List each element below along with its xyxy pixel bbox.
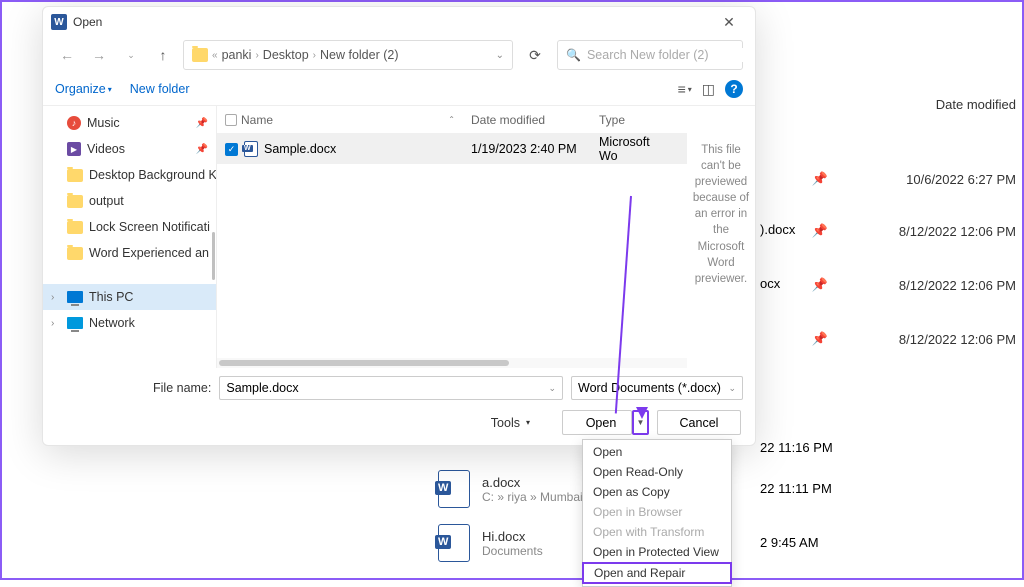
- titlebar: W Open ✕: [43, 7, 755, 37]
- new-folder-button[interactable]: New folder: [130, 82, 190, 96]
- word-doc-icon: [438, 524, 470, 562]
- dialog-footer: File name: Sample.docx⌄ Word Documents (…: [43, 368, 755, 445]
- column-date[interactable]: Date modified: [463, 113, 591, 127]
- help-button[interactable]: ?: [725, 80, 743, 98]
- sidebar-item-folder[interactable]: output: [43, 188, 216, 214]
- bg-file-item[interactable]: a.docx C: » riya » Mumbai » L: [438, 470, 603, 508]
- tools-menu[interactable]: Tools▾: [491, 416, 530, 430]
- select-all-checkbox[interactable]: [225, 114, 237, 126]
- cancel-button[interactable]: Cancel: [657, 410, 741, 435]
- column-name[interactable]: Name⌃: [217, 113, 463, 127]
- breadcrumb-part[interactable]: panki: [222, 48, 252, 62]
- sidebar-item-folder[interactable]: Lock Screen Notificati: [43, 214, 216, 240]
- menu-item-open-browser: Open in Browser: [583, 502, 731, 522]
- file-date: 1/19/2023 2:40 PM: [463, 142, 591, 156]
- search-icon: 🔍: [566, 48, 581, 62]
- file-row[interactable]: ✓ Sample.docx 1/19/2023 2:40 PM Microsoft…: [217, 134, 687, 164]
- pin-icon: 📌: [196, 118, 208, 129]
- chevron-down-icon[interactable]: ⌄: [548, 383, 556, 394]
- file-name: Sample.docx: [264, 142, 336, 156]
- up-button[interactable]: ↑: [151, 43, 175, 67]
- open-button[interactable]: Open: [562, 410, 632, 435]
- chevron-down-icon[interactable]: ⌄: [496, 50, 504, 61]
- sidebar-scrollbar[interactable]: [212, 232, 215, 280]
- open-dropdown-menu: Open Open Read-Only Open as Copy Open in…: [582, 439, 732, 587]
- music-icon: ♪: [67, 116, 81, 130]
- menu-item-open-copy[interactable]: Open as Copy: [583, 482, 731, 502]
- view-list-button[interactable]: ≡ ▾: [678, 81, 692, 97]
- search-box[interactable]: 🔍: [557, 40, 743, 70]
- bg-row: 📌 8/12/2022 12:06 PM: [768, 331, 1016, 347]
- organize-menu[interactable]: Organize ▾: [55, 82, 112, 96]
- folder-icon: [67, 221, 83, 234]
- filename-input[interactable]: Sample.docx⌄: [219, 376, 563, 400]
- bg-file-item[interactable]: Hi.docx Documents: [438, 524, 543, 562]
- sidebar-item-folder[interactable]: Word Experienced an: [43, 240, 216, 266]
- word-doc-icon: [244, 141, 258, 157]
- preview-pane: This file can't be previewed because of …: [687, 106, 755, 368]
- annotation-arrowhead: [636, 407, 648, 419]
- file-list-header: Name⌃ Date modified Type: [217, 106, 687, 134]
- bg-file-sub: Documents: [482, 544, 543, 558]
- sidebar-item-folder[interactable]: Desktop Background K: [43, 162, 216, 188]
- breadcrumb-part[interactable]: New folder (2): [320, 48, 399, 62]
- bg-file-name: Hi.docx: [482, 529, 543, 544]
- menu-item-open[interactable]: Open: [583, 442, 731, 462]
- back-button[interactable]: ←: [55, 43, 79, 67]
- file-type: Microsoft Wo: [591, 135, 671, 163]
- sidebar-item-this-pc[interactable]: ›This PC: [43, 284, 216, 310]
- file-list: Name⌃ Date modified Type ✓ Sample.docx 1/…: [217, 106, 687, 368]
- sidebar: ♪Music📌 ▶Videos📌 Desktop Background K ou…: [43, 106, 217, 368]
- breadcrumb-part[interactable]: Desktop: [263, 48, 309, 62]
- bg-time: 22 11:16 PM: [760, 440, 833, 455]
- recent-dropdown[interactable]: ⌄: [119, 43, 143, 67]
- close-button[interactable]: ✕: [711, 8, 747, 36]
- horizontal-scrollbar[interactable]: [217, 358, 687, 368]
- chevron-right-icon: ›: [51, 292, 54, 303]
- sidebar-item-music[interactable]: ♪Music📌: [43, 110, 216, 136]
- column-type[interactable]: Type: [591, 113, 671, 127]
- refresh-button[interactable]: ⟳: [521, 47, 549, 64]
- file-checkbox[interactable]: ✓: [225, 143, 238, 156]
- bg-column-header: Date modified: [762, 97, 1016, 112]
- chevron-right-icon: ›: [51, 318, 54, 329]
- search-input[interactable]: [587, 48, 748, 62]
- preview-pane-button[interactable]: ◫: [702, 81, 715, 98]
- bg-row: 📌 8/12/2022 12:06 PM: [768, 223, 1016, 239]
- navbar: ← → ⌄ ↑ « panki › Desktop › New folder (…: [43, 37, 755, 73]
- video-icon: ▶: [67, 142, 81, 156]
- word-doc-icon: [438, 470, 470, 508]
- bg-time: 22 11:11 PM: [760, 481, 832, 496]
- pc-icon: [67, 291, 83, 303]
- bg-row: 📌 8/12/2022 12:06 PM: [768, 277, 1016, 293]
- open-dialog: W Open ✕ ← → ⌄ ↑ « panki › Desktop › New…: [42, 6, 756, 446]
- folder-icon: [192, 48, 208, 62]
- folder-icon: [67, 247, 83, 260]
- pin-icon: 📌: [196, 144, 208, 155]
- filename-label: File name:: [153, 381, 211, 395]
- bg-time: 2 9:45 AM: [760, 535, 819, 550]
- toolbar: Organize ▾ New folder ≡ ▾ ◫ ?: [43, 73, 755, 105]
- sidebar-item-videos[interactable]: ▶Videos📌: [43, 136, 216, 162]
- folder-icon: [67, 169, 83, 182]
- sidebar-item-network[interactable]: ›Network: [43, 310, 216, 336]
- word-app-icon: W: [51, 14, 67, 30]
- file-type-filter[interactable]: Word Documents (*.docx)⌄: [571, 376, 743, 400]
- forward-button[interactable]: →: [87, 43, 111, 67]
- menu-item-open-readonly[interactable]: Open Read-Only: [583, 462, 731, 482]
- dialog-title: Open: [73, 15, 102, 29]
- network-icon: [67, 317, 83, 329]
- menu-item-open-protected[interactable]: Open in Protected View: [583, 542, 731, 562]
- chevron-down-icon[interactable]: ⌄: [728, 383, 736, 394]
- folder-icon: [67, 195, 83, 208]
- menu-item-open-transform: Open with Transform: [583, 522, 731, 542]
- menu-item-open-repair[interactable]: Open and Repair: [582, 562, 732, 584]
- breadcrumb[interactable]: « panki › Desktop › New folder (2) ⌄: [183, 40, 513, 70]
- bg-row: 📌 10/6/2022 6:27 PM: [768, 171, 1016, 187]
- sort-indicator-icon: ⌃: [448, 115, 455, 124]
